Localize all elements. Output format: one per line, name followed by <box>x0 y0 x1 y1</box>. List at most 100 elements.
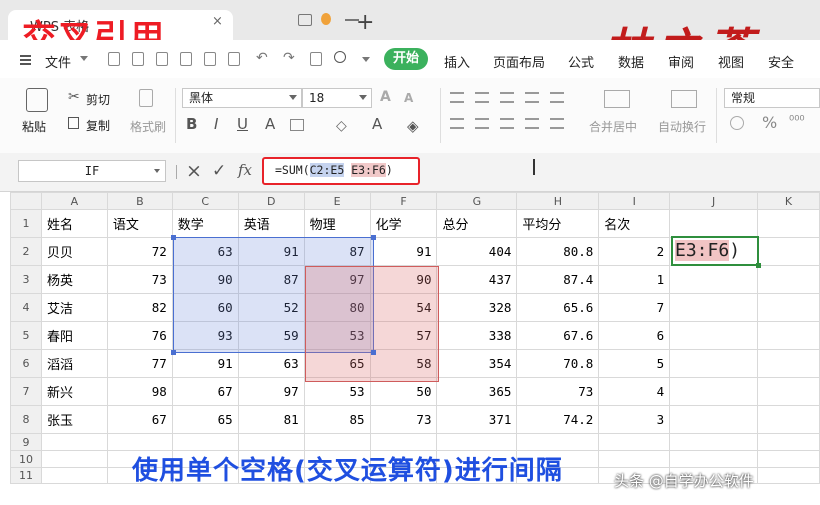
italic-icon[interactable]: I <box>214 115 218 133</box>
cell[interactable]: 371 <box>436 405 518 434</box>
cell[interactable] <box>757 209 820 238</box>
cell[interactable]: 365 <box>436 377 518 406</box>
menu-review[interactable]: 审阅 <box>668 52 694 71</box>
range-handle[interactable] <box>171 350 176 355</box>
cell[interactable] <box>669 293 759 322</box>
preview-icon[interactable] <box>228 52 240 66</box>
print-icon[interactable] <box>204 52 216 66</box>
auto-wrap-button[interactable]: 自动换行 <box>658 118 706 135</box>
cell[interactable]: 76 <box>106 321 173 350</box>
cell[interactable]: 春阳 <box>40 321 108 350</box>
copy-icon[interactable] <box>68 117 79 129</box>
font-color-icon[interactable]: A <box>372 115 382 133</box>
row-header[interactable]: 7 <box>10 377 42 406</box>
cell[interactable] <box>757 265 820 294</box>
cell[interactable]: 4 <box>598 377 671 406</box>
underline-icon[interactable]: U <box>237 115 248 133</box>
account-icon[interactable] <box>321 13 331 25</box>
cell[interactable]: 5 <box>598 349 671 378</box>
row-header[interactable]: 4 <box>10 293 42 322</box>
cell[interactable] <box>669 377 759 406</box>
paste-button[interactable]: 粘贴 <box>22 118 46 135</box>
search-icon[interactable] <box>334 51 346 63</box>
cell[interactable]: 平均分 <box>516 209 600 238</box>
cell[interactable] <box>516 433 600 451</box>
fill-color-icon[interactable]: ◇ <box>336 118 347 134</box>
window-icon[interactable] <box>298 14 312 26</box>
cell[interactable]: 338 <box>436 321 518 350</box>
menu-data[interactable]: 数据 <box>618 52 644 71</box>
cut-button[interactable]: 剪切 <box>86 91 110 108</box>
cell[interactable]: 404 <box>436 237 518 266</box>
align-left-icon[interactable] <box>450 118 464 129</box>
cell[interactable]: 67.6 <box>516 321 600 350</box>
cell[interactable]: 英语 <box>237 209 305 238</box>
cell[interactable] <box>40 450 108 468</box>
cell[interactable] <box>598 450 671 468</box>
menu-page-layout[interactable]: 页面布局 <box>493 52 545 71</box>
column-header[interactable]: J <box>669 192 759 210</box>
paste-icon[interactable] <box>26 88 48 112</box>
column-header[interactable]: B <box>106 192 173 210</box>
row-header[interactable]: 11 <box>10 467 42 484</box>
cell[interactable] <box>757 237 820 266</box>
justify-icon[interactable] <box>525 118 539 129</box>
cell[interactable] <box>757 293 820 322</box>
font-size-select[interactable]: 18 <box>302 88 372 108</box>
font-name-select[interactable]: 黑体 <box>182 88 302 108</box>
export-icon[interactable] <box>180 52 192 66</box>
menu-dots-icon[interactable] <box>345 19 359 21</box>
cell[interactable]: 87.4 <box>516 265 600 294</box>
cell[interactable] <box>106 433 173 451</box>
number-format-select[interactable]: 常规 <box>724 88 820 108</box>
cell[interactable] <box>171 433 239 451</box>
cell[interactable]: 70.8 <box>516 349 600 378</box>
align-bottom-icon[interactable] <box>500 92 514 103</box>
cancel-formula-icon[interactable]: × <box>186 160 202 182</box>
column-header[interactable]: H <box>516 192 600 210</box>
row-header[interactable]: 6 <box>10 349 42 378</box>
cell[interactable] <box>669 433 759 451</box>
column-header[interactable]: G <box>436 192 518 210</box>
cell[interactable] <box>757 405 820 434</box>
cell[interactable] <box>669 209 759 238</box>
bold-icon[interactable]: B <box>186 115 197 133</box>
cell[interactable]: 98 <box>106 377 173 406</box>
cell[interactable]: 65 <box>171 405 239 434</box>
range-handle[interactable] <box>371 235 376 240</box>
tab-close-icon[interactable]: × <box>212 14 223 29</box>
cell[interactable]: 滔滔 <box>40 349 108 378</box>
column-header[interactable]: K <box>757 192 820 210</box>
cell[interactable]: 67 <box>106 405 173 434</box>
align-right-icon[interactable] <box>500 118 514 129</box>
cell[interactable]: 语文 <box>106 209 173 238</box>
cell[interactable] <box>757 349 820 378</box>
percent-icon[interactable]: % <box>762 113 777 132</box>
cell[interactable]: 437 <box>436 265 518 294</box>
cell[interactable]: 63 <box>237 349 305 378</box>
range-handle[interactable] <box>171 235 176 240</box>
cell[interactable]: 7 <box>598 293 671 322</box>
row-header[interactable]: 2 <box>10 237 42 266</box>
row-header[interactable]: 8 <box>10 405 42 434</box>
merge-center-icon[interactable] <box>604 90 630 108</box>
cell[interactable]: 67 <box>171 377 239 406</box>
thousands-icon[interactable]: ⁰⁰⁰ <box>789 114 805 129</box>
cell[interactable]: 2 <box>598 237 671 266</box>
range-handle[interactable] <box>371 350 376 355</box>
name-box-chevron-icon[interactable] <box>154 169 160 173</box>
align-top-icon[interactable] <box>450 92 464 103</box>
cell[interactable]: 73 <box>106 265 173 294</box>
chevron-down-icon[interactable] <box>80 56 88 61</box>
cell[interactable] <box>669 349 759 378</box>
menu-view[interactable]: 视图 <box>718 52 744 71</box>
cell[interactable] <box>757 377 820 406</box>
cell[interactable]: 艾洁 <box>40 293 108 322</box>
cell[interactable] <box>669 450 759 468</box>
scissors-icon[interactable]: ✂ <box>68 89 80 105</box>
border-icon[interactable] <box>290 119 304 131</box>
cell[interactable] <box>303 433 371 451</box>
align-center-icon[interactable] <box>475 118 489 129</box>
cell[interactable] <box>669 321 759 350</box>
cell[interactable]: 328 <box>436 293 518 322</box>
